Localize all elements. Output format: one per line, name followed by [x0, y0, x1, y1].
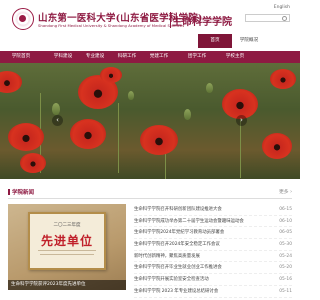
banner-next-icon[interactable]: ›: [236, 115, 247, 126]
site-header: 山东第一医科大学(山东省医学科学院) Shandong First Medica…: [0, 0, 300, 34]
subbar-item-home[interactable]: 首页: [198, 34, 232, 48]
poppy-bud: [206, 83, 213, 93]
poppy-bud: [184, 109, 191, 120]
feature-caption[interactable]: 生命科学学院获评2023年度先进单位: [8, 280, 126, 290]
university-seal-icon[interactable]: [12, 8, 34, 30]
certificate-title: 先进单位: [40, 234, 93, 248]
nav-item-university[interactable]: 学校主页: [220, 51, 250, 63]
news-item-date: 06-15: [279, 207, 292, 212]
english-link[interactable]: English: [274, 5, 290, 10]
news-item-title[interactable]: 生命科学学院成功举办第二十届学生运动会暨趣味运动会: [134, 216, 260, 228]
nav-item-research[interactable]: 科研工作: [112, 51, 142, 63]
news-item-date: 06-05: [279, 230, 292, 236]
news-item-title[interactable]: 新时代创新精神，聚焦高质量发展: [134, 251, 260, 263]
news-item[interactable]: 生命科学学院召开毕业生就业创业工作推进会 05-20: [134, 262, 292, 275]
top-subbar: 首页 学院概况: [0, 34, 300, 48]
poppy-flower: [0, 71, 22, 93]
news-item[interactable]: 生命科学学院召开2024年安全稳定工作会议 05-30: [134, 239, 292, 251]
news-item-title[interactable]: 生命科学学院2024年党纪学习教育动员部署会: [134, 227, 260, 239]
news-more-link[interactable]: 更多 ›: [279, 188, 292, 195]
certificate-line: [40, 254, 94, 255]
section-accent-bar: [8, 189, 10, 195]
stem: [118, 103, 119, 173]
news-item[interactable]: 生命科学学院开展实验室安全检查活动 05-16: [134, 274, 292, 286]
news-item-date: 06-10: [279, 218, 292, 224]
news-section-header: 学院新闻 更多 ›: [8, 188, 292, 199]
poppy-flower: [140, 125, 178, 155]
news-list: 生命科学学院召开科研创新团队建设推进大会 06-15 生命科学学院成功举办第二十…: [134, 204, 292, 298]
news-item-title[interactable]: 生命科学学院召开科研创新团队建设推进大会: [134, 204, 260, 216]
news-item-date: 05-16: [279, 277, 292, 283]
poppy-bud: [52, 103, 60, 115]
poppy-flower: [270, 69, 296, 89]
poppy-bud: [128, 91, 134, 100]
news-item-title[interactable]: 生命科学学院召开毕业生就业创业工作推进会: [134, 262, 260, 274]
news-item[interactable]: 新时代创新精神，聚焦高质量发展 05-24: [134, 251, 292, 263]
search-icon[interactable]: [282, 16, 287, 21]
news-item-date: 05-11: [279, 288, 292, 294]
hero-banner[interactable]: ‹ ›: [0, 63, 300, 179]
main-nav: 学院首页 学科建设 专业建设 科研工作 党建工作 团学工作 学校主页: [0, 51, 300, 63]
nav-item-youth[interactable]: 团学工作: [182, 51, 212, 63]
section-divider: [8, 198, 292, 199]
news-item-title[interactable]: 生命科学学院召开2024年安全稳定工作会议: [134, 239, 260, 251]
banner-pagination: [142, 172, 157, 175]
search-input[interactable]: [245, 14, 290, 22]
poppy-flower: [100, 67, 122, 83]
award-certificate: 二〇二三年度 先进单位: [28, 212, 106, 270]
news-item-date: 05-30: [279, 242, 292, 248]
news-feature-image[interactable]: 二〇二三年度 先进单位 生命科学学院获评2023年度先进单位: [8, 204, 126, 290]
banner-prev-icon[interactable]: ‹: [52, 115, 63, 126]
poppy-flower: [20, 153, 46, 173]
nav-item-party[interactable]: 党建工作: [144, 51, 174, 63]
poppy-flower: [262, 133, 292, 159]
poppy-flower: [8, 123, 44, 151]
news-item[interactable]: 生命科学学院召开科研创新团队建设推进大会 06-15: [134, 204, 292, 216]
certificate-year: 二〇二三年度: [53, 223, 81, 228]
news-section-title: 学院新闻: [12, 190, 35, 196]
news-item[interactable]: 生命科学学院2024年党纪学习教育动员部署会 06-05: [134, 227, 292, 240]
logo-divider: [170, 12, 171, 28]
news-item[interactable]: 生命科学学院 2023 年专业建设总结研讨会 05-11: [134, 286, 292, 298]
certificate-line: [38, 250, 96, 251]
news-item[interactable]: 生命科学学院成功举办第二十届学生运动会暨趣味运动会 06-10: [134, 216, 292, 228]
nav-item-home[interactable]: 学院首页: [6, 51, 36, 63]
nav-item-major[interactable]: 专业建设: [80, 51, 110, 63]
college-title[interactable]: 生命科学学院: [172, 13, 232, 28]
news-item-date: 05-20: [279, 265, 292, 271]
nav-item-discipline[interactable]: 学科建设: [48, 51, 78, 63]
news-item-title[interactable]: 生命科学学院 2023 年专业建设总结研讨会: [134, 286, 260, 298]
university-name-en: Shandong First Medical University & Shan…: [38, 23, 185, 28]
news-item-date: 05-24: [279, 253, 292, 259]
poppy-flower: [70, 119, 106, 149]
subbar-item-overview[interactable]: 学院概况: [232, 34, 266, 48]
news-item-title[interactable]: 生命科学学院开展实验室安全检查活动: [134, 274, 260, 286]
